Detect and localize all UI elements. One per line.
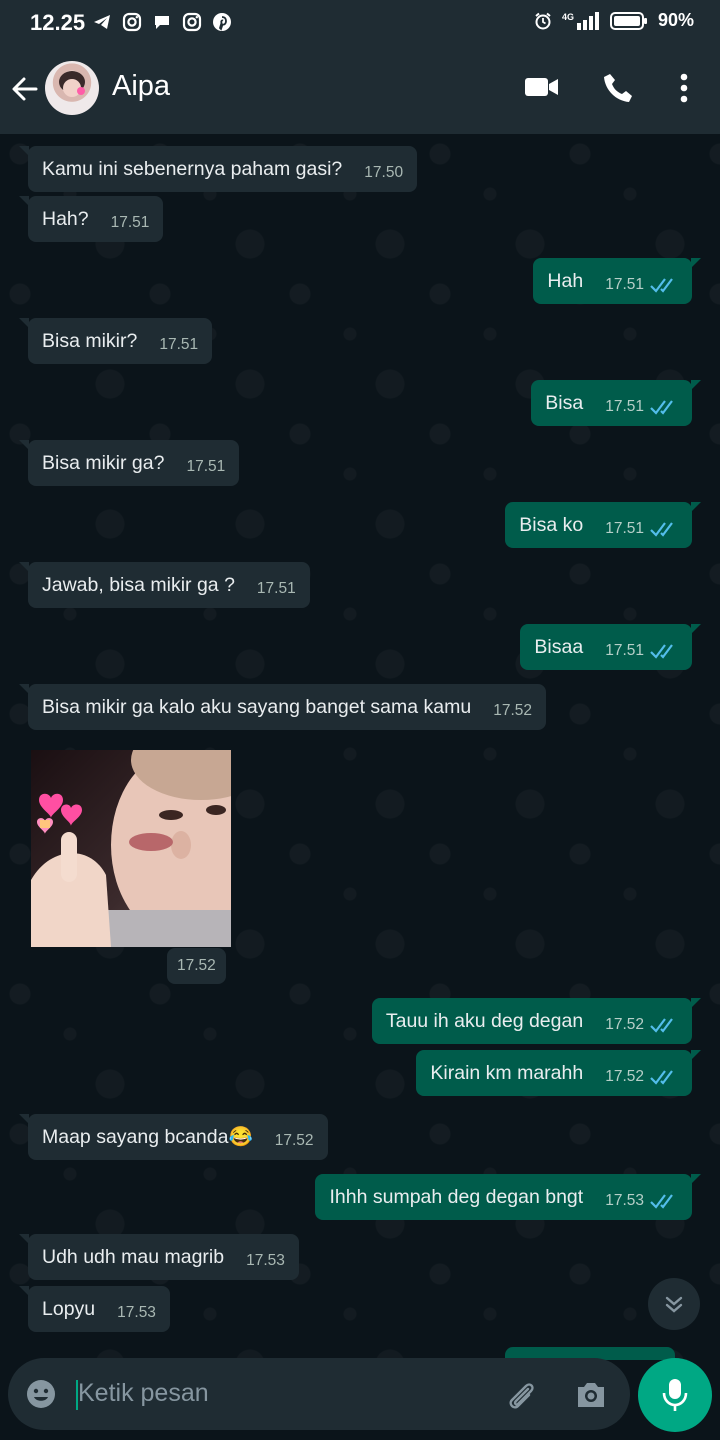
message-incoming[interactable]: Maap sayang bcanda😂 17.52 — [19, 1114, 328, 1160]
message-time: 17.53 — [605, 1192, 644, 1209]
message-text: Bisa mikir ga? — [42, 451, 165, 474]
message-time: 17.51 — [605, 520, 644, 537]
photo-thumbnail — [31, 750, 231, 947]
message-text: Maap sayang bcanda😂 — [42, 1126, 253, 1148]
message-time: 17.51 — [159, 336, 199, 353]
read-receipt-icon — [650, 278, 673, 293]
message-incoming[interactable]: Bisa mikir ga? 17.51 — [18, 440, 240, 486]
attach-icon[interactable] — [504, 1379, 538, 1413]
message-text: Udh udh mau magrib — [42, 1245, 225, 1268]
message-text: Bisa — [545, 391, 584, 414]
phone-icon[interactable] — [602, 72, 634, 104]
read-receipt-icon — [650, 522, 673, 537]
chat-area[interactable]: Kamu ini sebenernya paham gasi? 17.50 Ha… — [0, 134, 720, 1360]
message-input[interactable]: Ketik pesan — [78, 1379, 209, 1408]
message-time: 17.52 — [167, 948, 226, 984]
read-receipt-icon — [650, 644, 673, 659]
message-text: Ihhh sumpah deg degan bngt — [329, 1185, 584, 1208]
message-text: Tauu ih aku deg degan — [385, 1009, 584, 1032]
emoji-icon[interactable] — [25, 1378, 57, 1410]
message-incoming[interactable]: Kamu ini sebenernya paham gasi? 17.50 — [18, 146, 418, 192]
message-outgoing[interactable]: Bisaa 17.51 — [520, 624, 701, 670]
read-receipt-icon — [650, 1018, 673, 1033]
message-time: 17.51 — [605, 276, 644, 293]
contact-name[interactable]: Aipa — [112, 70, 170, 103]
status-time: 12.25 — [30, 10, 86, 35]
back-arrow-icon[interactable] — [10, 74, 40, 104]
chat-header: Aipa — [0, 46, 720, 134]
notification-icons — [92, 12, 232, 32]
message-time: 17.51 — [605, 398, 644, 415]
message-outgoing[interactable]: Ihhh sumpah deg degan bngt 17.53 — [315, 1174, 701, 1220]
read-receipt-icon — [650, 1070, 673, 1085]
message-incoming[interactable]: Bisa mikir ga kalo aku sayang banget sam… — [18, 684, 547, 730]
video-call-icon[interactable] — [524, 72, 560, 102]
message-outgoing[interactable]: Hah 17.51 — [533, 258, 701, 304]
message-outgoing[interactable]: Kirain km marahh 17.52 — [416, 1050, 701, 1096]
message-time: 17.51 — [186, 458, 226, 475]
network-type: 4G — [561, 11, 574, 22]
mic-icon — [662, 1379, 688, 1411]
message-time: 17.51 — [110, 214, 150, 231]
message-incoming[interactable]: Hah? 17.51 — [18, 196, 164, 242]
voice-record-button[interactable] — [638, 1358, 712, 1432]
message-time: 17.53 — [117, 1304, 156, 1321]
message-text: Bisa mikir ga kalo aku sayang banget sam… — [42, 695, 472, 718]
message-time: 17.52 — [605, 1068, 644, 1085]
chevron-double-down-icon — [665, 1296, 683, 1313]
battery-icon — [609, 11, 647, 30]
message-text: Jawab, bisa mikir ga ? — [42, 573, 235, 596]
message-incoming[interactable]: Bisa mikir? 17.51 — [18, 318, 213, 364]
message-text: Bisaa — [534, 635, 584, 658]
avatar-heart — [77, 87, 85, 95]
pinterest-icon — [213, 13, 231, 31]
message-icon — [155, 16, 169, 29]
status-bar: 12.25 4G 90% — [0, 0, 720, 46]
telegram-icon — [94, 15, 110, 29]
read-receipt-icon — [650, 1194, 673, 1209]
battery-percent: 90% — [657, 10, 694, 30]
network-indicator: 4G — [561, 11, 600, 30]
message-time: 17.51 — [605, 642, 644, 659]
message-text: Kamu ini sebenernya paham gasi? — [42, 157, 343, 180]
message-incoming[interactable]: Udh udh mau magrib 17.53 — [19, 1234, 299, 1280]
message-text: Kirain km marahh — [430, 1061, 584, 1084]
instagram-icon — [182, 12, 202, 32]
message-time: 17.50 — [364, 164, 404, 181]
message-time: 17.52 — [493, 702, 533, 719]
message-incoming[interactable]: Lopyu 17.53 — [19, 1286, 170, 1332]
scroll-down-button[interactable] — [648, 1278, 700, 1330]
avatar[interactable] — [45, 61, 99, 115]
message-text: Hah? — [42, 207, 89, 230]
message-outgoing[interactable]: Bisa ko 17.51 — [505, 502, 701, 548]
read-receipt-icon — [650, 400, 673, 415]
instagram-icon — [122, 12, 142, 32]
message-composer[interactable]: Ketik pesan — [8, 1358, 630, 1430]
message-text: Lopyu — [42, 1297, 96, 1320]
message-image[interactable] — [31, 750, 231, 947]
message-time: 17.53 — [246, 1252, 285, 1269]
message-outgoing[interactable]: Bisa 17.51 — [531, 380, 701, 426]
message-text: Bisa mikir? — [42, 329, 138, 352]
status-right: 4G 90% — [534, 10, 694, 31]
message-time: 17.52 — [605, 1016, 644, 1033]
message-time: 17.51 — [256, 580, 296, 597]
signal-icon — [576, 11, 599, 30]
more-vert-icon[interactable] — [678, 72, 690, 104]
message-text: Hah — [547, 269, 584, 292]
camera-icon[interactable] — [574, 1379, 608, 1411]
message-text: Bisa ko — [519, 513, 584, 536]
alarm-icon — [535, 12, 551, 29]
message-incoming[interactable]: Jawab, bisa mikir ga ? 17.51 — [19, 562, 310, 608]
message-outgoing[interactable]: Tauu ih aku deg degan 17.52 — [371, 998, 702, 1044]
message-time: 17.52 — [274, 1132, 314, 1149]
